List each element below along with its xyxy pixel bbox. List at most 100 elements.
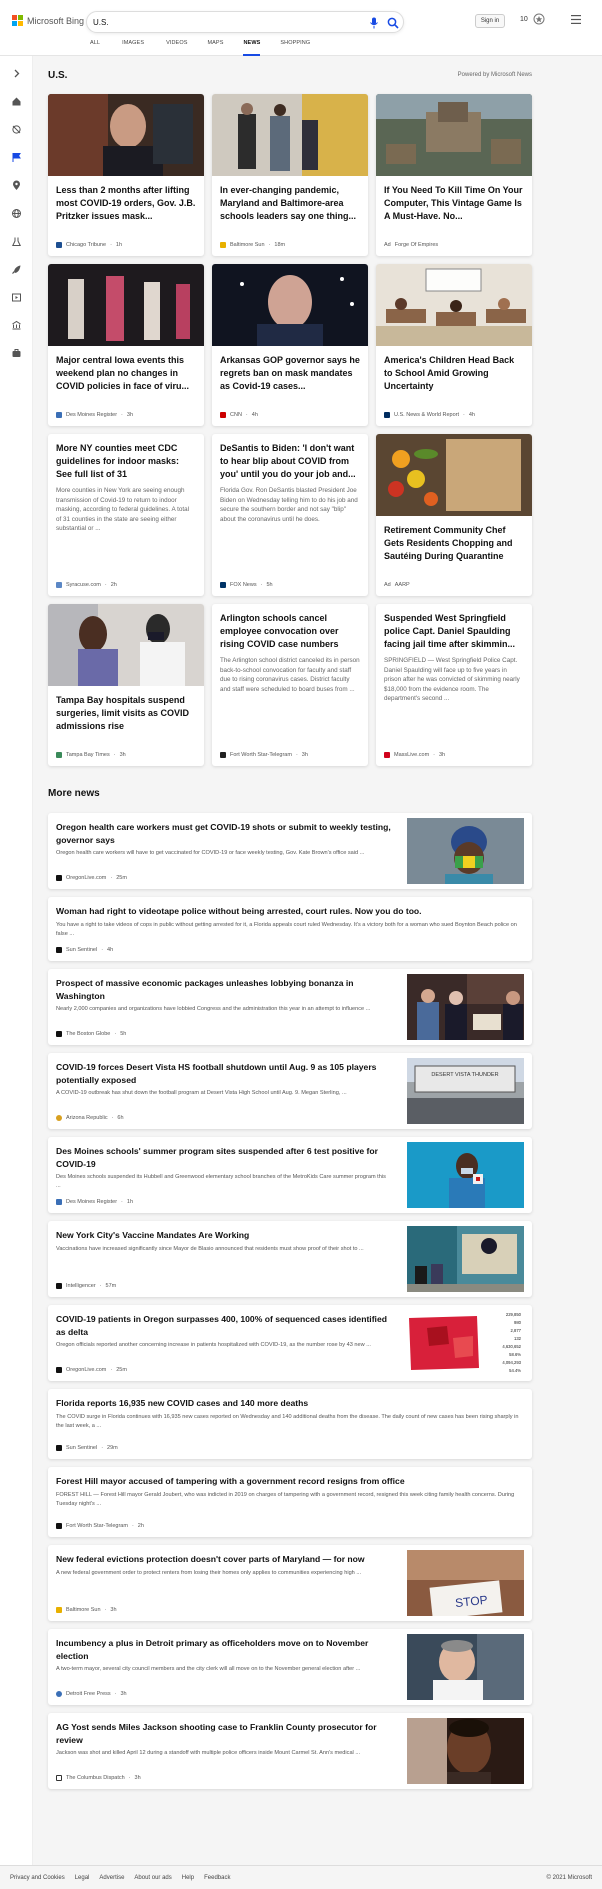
sign-in-button[interactable]: Sign in bbox=[475, 14, 505, 28]
news-card[interactable]: In ever-changing pandemic, Maryland and … bbox=[212, 94, 368, 256]
footer-link-help[interactable]: Help bbox=[182, 1875, 194, 1881]
powered-by-label[interactable]: Powered by Microsoft News bbox=[458, 72, 532, 78]
footer: Privacy and Cookies Legal Advertise Abou… bbox=[0, 1865, 602, 1889]
card-title[interactable]: Less than 2 months after lifting most CO… bbox=[56, 184, 196, 223]
news-title[interactable]: AG Yost sends Miles Jackson shooting cas… bbox=[56, 1721, 392, 1746]
politics-icon[interactable] bbox=[11, 348, 22, 359]
list-item[interactable]: Woman had right to videotape police with… bbox=[48, 897, 532, 961]
footer-link-legal[interactable]: Legal bbox=[75, 1875, 90, 1881]
news-title[interactable]: Woman had right to videotape police with… bbox=[56, 905, 522, 918]
science-icon[interactable] bbox=[11, 236, 22, 247]
card-title[interactable]: DeSantis to Biden: 'I don't want to hear… bbox=[220, 442, 360, 481]
footer-link-advertise[interactable]: Advertise bbox=[99, 1875, 124, 1881]
list-item[interactable]: New York City's Vaccine Mandates Are Wor… bbox=[48, 1221, 532, 1297]
home-icon[interactable] bbox=[11, 96, 22, 107]
news-snippet: A new federal government order to protec… bbox=[56, 1570, 362, 1576]
list-item[interactable]: Prospect of massive economic packages un… bbox=[48, 969, 532, 1045]
list-item[interactable]: Des Moines schools' summer program sites… bbox=[48, 1137, 532, 1213]
card-title[interactable]: America's Children Head Back to School A… bbox=[384, 354, 524, 393]
news-card[interactable]: Arkansas GOP governor says he regrets ba… bbox=[212, 264, 368, 426]
sports-icon[interactable] bbox=[11, 124, 22, 135]
section-title: U.S. bbox=[48, 70, 68, 81]
news-source: Baltimore Sun · 3h bbox=[56, 1607, 117, 1613]
card-title[interactable]: If You Need To Kill Time On Your Compute… bbox=[384, 184, 524, 223]
list-item[interactable]: AG Yost sends Miles Jackson shooting cas… bbox=[48, 1713, 532, 1789]
news-card[interactable]: More NY counties meet CDC guidelines for… bbox=[48, 434, 204, 596]
list-item[interactable]: COVID-19 forces Desert Vista HS football… bbox=[48, 1053, 532, 1129]
tab-all[interactable]: ALL bbox=[90, 40, 100, 56]
globe-icon[interactable] bbox=[11, 208, 22, 219]
copyright: © 2021 Microsoft bbox=[546, 1875, 592, 1881]
rewards-count[interactable]: 10 bbox=[520, 16, 528, 23]
card-source: U.S. News & World Report · 4h bbox=[384, 412, 475, 418]
news-snippet: Nearly 2,000 companies and organizations… bbox=[56, 1006, 371, 1012]
card-title[interactable]: In ever-changing pandemic, Maryland and … bbox=[220, 184, 360, 223]
expand-icon[interactable] bbox=[11, 68, 22, 79]
ad-label: Ad bbox=[384, 582, 391, 588]
tab-videos[interactable]: VIDEOS bbox=[166, 40, 187, 56]
footer-link-privacy[interactable]: Privacy and Cookies bbox=[10, 1875, 65, 1881]
tab-shopping[interactable]: SHOPPING bbox=[280, 40, 310, 56]
card-title[interactable]: Major central Iowa events this weekend p… bbox=[56, 354, 196, 393]
list-item[interactable]: Oregon health care workers must get COVI… bbox=[48, 813, 532, 889]
news-card[interactable]: Suspended West Springfield police Capt. … bbox=[376, 604, 532, 766]
list-item[interactable]: Incumbency a plus in Detroit primary as … bbox=[48, 1629, 532, 1705]
news-title[interactable]: COVID-19 patients in Oregon surpasses 40… bbox=[56, 1313, 392, 1338]
search-icon[interactable] bbox=[387, 17, 399, 29]
news-card[interactable]: Tampa Bay hospitals suspend surgeries, l… bbox=[48, 604, 204, 766]
news-card[interactable]: Arlington schools cancel employee convoc… bbox=[212, 604, 368, 766]
location-icon[interactable] bbox=[11, 180, 22, 191]
news-source: Des Moines Register · 1h bbox=[56, 1199, 133, 1205]
microphone-icon[interactable] bbox=[369, 17, 379, 29]
search-input[interactable] bbox=[93, 16, 343, 29]
card-title[interactable]: Suspended West Springfield police Capt. … bbox=[384, 612, 524, 651]
card-title[interactable]: Tampa Bay hospitals suspend surgeries, l… bbox=[56, 694, 196, 733]
news-source: Sun Sentinel · 4h bbox=[56, 947, 113, 953]
news-title[interactable]: COVID-19 forces Desert Vista HS football… bbox=[56, 1061, 392, 1086]
list-item[interactable]: COVID-19 patients in Oregon surpasses 40… bbox=[48, 1305, 532, 1381]
ad-card[interactable]: If You Need To Kill Time On Your Compute… bbox=[376, 94, 532, 256]
news-card[interactable]: Major central Iowa events this weekend p… bbox=[48, 264, 204, 426]
news-title[interactable]: Prospect of massive economic packages un… bbox=[56, 977, 392, 1002]
news-card[interactable]: America's Children Head Back to School A… bbox=[376, 264, 532, 426]
tab-images[interactable]: IMAGES bbox=[122, 40, 144, 56]
source-logo-icon bbox=[220, 582, 226, 588]
card-title[interactable]: Retirement Community Chef Gets Residents… bbox=[384, 524, 524, 563]
rocket-icon[interactable] bbox=[11, 264, 22, 275]
tab-news[interactable]: NEWS bbox=[243, 40, 261, 56]
news-snippet: Des Moines schools suspended its Hubbell… bbox=[56, 1174, 386, 1189]
card-source: Baltimore Sun · 18m bbox=[220, 242, 285, 248]
card-source: MassLive.com · 3h bbox=[384, 752, 445, 758]
thumbnail-detroit-candidate bbox=[407, 1634, 524, 1700]
ad-card[interactable]: Retirement Community Chef Gets Residents… bbox=[376, 434, 532, 596]
card-title[interactable]: More NY counties meet CDC guidelines for… bbox=[56, 442, 196, 481]
news-title[interactable]: Incumbency a plus in Detroit primary as … bbox=[56, 1637, 392, 1662]
card-title[interactable]: Arkansas GOP governor says he regrets ba… bbox=[220, 354, 360, 393]
flag-icon[interactable] bbox=[11, 152, 22, 163]
source-logo-icon bbox=[384, 412, 390, 418]
search-box[interactable] bbox=[86, 11, 404, 33]
list-item[interactable]: New federal evictions protection doesn't… bbox=[48, 1545, 532, 1621]
list-item[interactable]: Forest Hill mayor accused of tampering w… bbox=[48, 1467, 532, 1537]
list-item[interactable]: Florida reports 16,935 new COVID cases a… bbox=[48, 1389, 532, 1459]
news-title[interactable]: New federal evictions protection doesn't… bbox=[56, 1553, 392, 1566]
news-title[interactable]: New York City's Vaccine Mandates Are Wor… bbox=[56, 1229, 392, 1242]
hamburger-menu-icon[interactable] bbox=[571, 15, 581, 24]
money-icon[interactable] bbox=[11, 320, 22, 331]
news-source: Sun Sentinel · 29m bbox=[56, 1445, 118, 1451]
news-title[interactable]: Des Moines schools' summer program sites… bbox=[56, 1145, 392, 1170]
news-title[interactable]: Florida reports 16,935 new COVID cases a… bbox=[56, 1397, 522, 1410]
card-title[interactable]: Arlington schools cancel employee convoc… bbox=[220, 612, 360, 651]
thumbnail-miles-jackson bbox=[407, 1718, 524, 1784]
entertainment-icon[interactable] bbox=[11, 292, 22, 303]
news-title[interactable]: Forest Hill mayor accused of tampering w… bbox=[56, 1475, 522, 1488]
news-card[interactable]: Less than 2 months after lifting most CO… bbox=[48, 94, 204, 256]
news-card[interactable]: DeSantis to Biden: 'I don't want to hear… bbox=[212, 434, 368, 596]
news-snippet: Oregon health care workers will have to … bbox=[56, 850, 365, 856]
footer-link-about-ads[interactable]: About our ads bbox=[134, 1875, 171, 1881]
tab-maps[interactable]: MAPS bbox=[207, 40, 223, 56]
bing-logo[interactable]: Microsoft Bing bbox=[12, 15, 84, 26]
news-title[interactable]: Oregon health care workers must get COVI… bbox=[56, 821, 392, 846]
footer-link-feedback[interactable]: Feedback bbox=[204, 1875, 230, 1881]
rewards-medal-icon[interactable] bbox=[533, 13, 545, 25]
